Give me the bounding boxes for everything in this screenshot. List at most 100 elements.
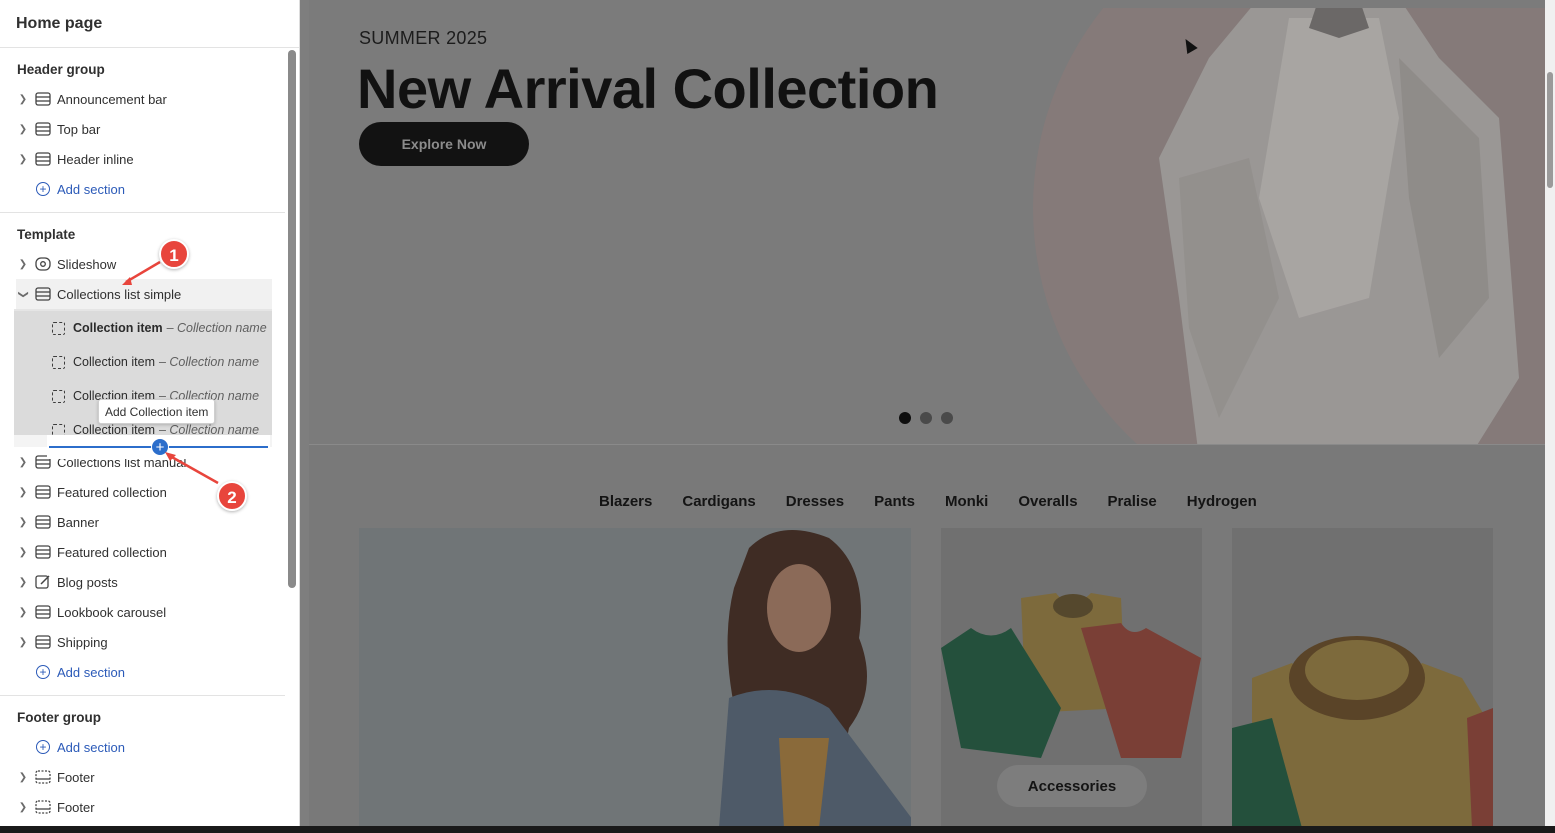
footer-section-icon (35, 770, 51, 784)
collection-card-accessories[interactable]: Accessories (941, 528, 1202, 826)
block-detail: – Collection name (166, 321, 267, 335)
preview-scrollbar-thumb[interactable] (1547, 72, 1553, 188)
section-label: Blog posts (57, 574, 118, 590)
block-icon (52, 321, 65, 335)
section-icon (35, 485, 51, 499)
chevron-right-icon[interactable]: ❯ (16, 547, 30, 558)
bottom-edge (0, 826, 1555, 833)
add-section-label: Add section (57, 664, 125, 680)
page-title: Home page (0, 0, 299, 48)
insert-block-bar[interactable]: + (47, 435, 270, 459)
plus-circle-icon: + (36, 740, 50, 754)
preview-scrollbar[interactable] (1545, 0, 1555, 826)
section-label: Slideshow (57, 256, 117, 272)
section-label: Shipping (57, 634, 108, 650)
section-blog-posts[interactable]: ❯ Blog posts (16, 567, 272, 597)
chevron-right-icon[interactable]: ❯ (16, 487, 30, 498)
section-icon (35, 287, 51, 301)
section-icon (35, 122, 51, 136)
accessories-label-button[interactable]: Accessories (997, 765, 1147, 807)
section-collections-list-simple[interactable]: ❯ Collections list simple (16, 279, 272, 309)
slideshow-dots (899, 412, 953, 424)
slide-dot-1[interactable] (899, 412, 911, 424)
category-hydrogen[interactable]: Hydrogen (1187, 493, 1257, 510)
step-badge-1: 1 (159, 239, 189, 269)
footer-section-icon (35, 800, 51, 814)
divider (0, 695, 285, 696)
section-icon (35, 92, 51, 106)
section-label: Header inline (57, 151, 134, 167)
chevron-right-icon[interactable]: ❯ (16, 124, 30, 135)
collection-card-model[interactable] (359, 528, 911, 826)
section-icon (35, 605, 51, 619)
block-label: Collection item (73, 355, 155, 369)
category-overalls[interactable]: Overalls (1018, 493, 1077, 510)
sidebar-scrollbar[interactable] (288, 50, 296, 588)
section-shipping[interactable]: ❯ Shipping (16, 627, 272, 657)
section-icon (35, 152, 51, 166)
section-icon (35, 545, 51, 559)
header-group-title: Header group (17, 62, 105, 77)
chevron-right-icon[interactable]: ❯ (16, 637, 30, 648)
block-collection-item[interactable]: Collection item – Collection name (14, 345, 272, 379)
block-collection-item[interactable]: Collection item – Collection name (14, 311, 272, 345)
category-pants[interactable]: Pants (874, 493, 915, 510)
chevron-right-icon[interactable]: ❯ (16, 457, 30, 468)
chevron-right-icon[interactable]: ❯ (16, 259, 30, 270)
section-label: Footer (57, 769, 95, 785)
hero-subtitle: SUMMER 2025 (359, 28, 488, 48)
section-header-inline[interactable]: ❯ Header inline (16, 144, 272, 174)
category-monki[interactable]: Monki (945, 493, 988, 510)
section-label: Banner (57, 514, 99, 530)
chevron-right-icon[interactable]: ❯ (16, 772, 30, 783)
chevron-right-icon[interactable]: ❯ (16, 517, 30, 528)
section-slideshow[interactable]: ❯ Slideshow (16, 249, 272, 279)
template-group-title: Template (17, 227, 76, 242)
model-image (719, 530, 911, 826)
tooltip: Add Collection item (98, 399, 216, 424)
plus-circle-icon: + (36, 665, 50, 679)
block-icon (52, 389, 65, 403)
collection-card-3[interactable] (1232, 528, 1493, 826)
section-label: Featured collection (57, 544, 167, 560)
add-section-template-button[interactable]: + Add section (36, 662, 125, 682)
chevron-right-icon[interactable]: ❯ (16, 607, 30, 618)
section-footer[interactable]: ❯ Footer (16, 762, 272, 792)
section-footer-2[interactable]: ❯ Footer (16, 792, 272, 822)
chevron-right-icon[interactable]: ❯ (16, 94, 30, 105)
category-blazers[interactable]: Blazers (599, 493, 652, 510)
hero-title: New Arrival Collection (357, 57, 939, 120)
collections-list-section: Blazers Cardigans Dresses Pants Monki Ov… (309, 444, 1545, 826)
preview-gutter (300, 0, 309, 826)
hero-slideshow[interactable]: SUMMER 2025 New Arrival Collection Explo… (309, 8, 1545, 444)
chevron-right-icon[interactable]: ❯ (16, 577, 30, 588)
section-label: Collections list simple (57, 286, 182, 302)
category-dresses[interactable]: Dresses (786, 493, 844, 510)
divider (0, 212, 285, 213)
add-collection-item-button[interactable]: + (151, 438, 169, 456)
section-announcement-bar[interactable]: ❯ Announcement bar (16, 84, 272, 114)
category-cardigans[interactable]: Cardigans (682, 493, 755, 510)
section-label: Announcement bar (57, 91, 167, 107)
section-label: Lookbook carousel (57, 604, 167, 620)
slide-dot-2[interactable] (920, 412, 932, 424)
add-section-label: Add section (57, 739, 125, 755)
hero-model-image (1159, 8, 1519, 444)
chevron-down-icon[interactable]: ❯ (18, 287, 29, 301)
chevron-right-icon[interactable]: ❯ (16, 802, 30, 813)
add-section-footer-button[interactable]: + Add section (36, 737, 125, 757)
category-pralise[interactable]: Pralise (1108, 493, 1157, 510)
section-top-bar[interactable]: ❯ Top bar (16, 114, 272, 144)
section-lookbook-carousel[interactable]: ❯ Lookbook carousel (16, 597, 272, 627)
slide-dot-3[interactable] (941, 412, 953, 424)
explore-now-button[interactable]: Explore Now (359, 122, 529, 166)
plus-circle-icon: + (36, 182, 50, 196)
footer-group-title: Footer group (17, 710, 101, 725)
section-banner[interactable]: ❯ Banner (16, 507, 272, 537)
add-section-header-button[interactable]: + Add section (36, 179, 125, 199)
tshirt-image (1232, 636, 1493, 826)
block-icon (52, 355, 65, 369)
section-featured-collection-2[interactable]: ❯ Featured collection (16, 537, 272, 567)
chevron-right-icon[interactable]: ❯ (16, 154, 30, 165)
add-section-label: Add section (57, 181, 125, 197)
